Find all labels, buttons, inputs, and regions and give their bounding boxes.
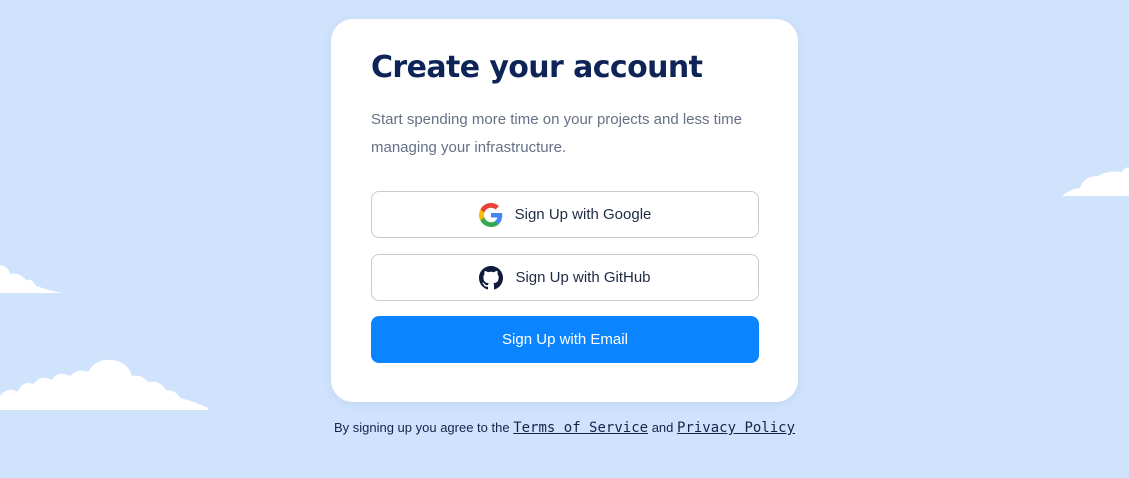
privacy-policy-link[interactable]: Privacy Policy bbox=[677, 420, 795, 436]
page-title: Create your account bbox=[371, 50, 703, 85]
google-icon bbox=[478, 202, 503, 227]
cloud-right bbox=[1062, 167, 1129, 196]
legal-prefix: By signing up you agree to the bbox=[333, 420, 510, 435]
legal-notice: By signing up you agree to the Terms of … bbox=[0, 420, 1129, 436]
legal-and: and bbox=[651, 420, 674, 435]
sign-up-google-label: Sign Up with Google bbox=[514, 206, 652, 223]
sign-up-google-button[interactable]: Sign Up with Google bbox=[371, 191, 759, 238]
signup-card: Create your account Start spending more … bbox=[331, 19, 798, 402]
sign-up-github-button[interactable]: Sign Up with GitHub bbox=[371, 254, 759, 301]
sign-up-github-label: Sign Up with GitHub bbox=[515, 269, 651, 286]
github-icon bbox=[479, 265, 504, 290]
cloud-left-bottom bbox=[0, 359, 208, 410]
page-subtitle: Start spending more time on your project… bbox=[371, 111, 743, 156]
sign-up-email-label: Sign Up with Email bbox=[502, 331, 628, 348]
sign-up-email-button[interactable]: Sign Up with Email bbox=[371, 316, 759, 363]
cloud-left-top bbox=[0, 265, 62, 293]
terms-of-service-link[interactable]: Terms of Service bbox=[513, 420, 648, 436]
